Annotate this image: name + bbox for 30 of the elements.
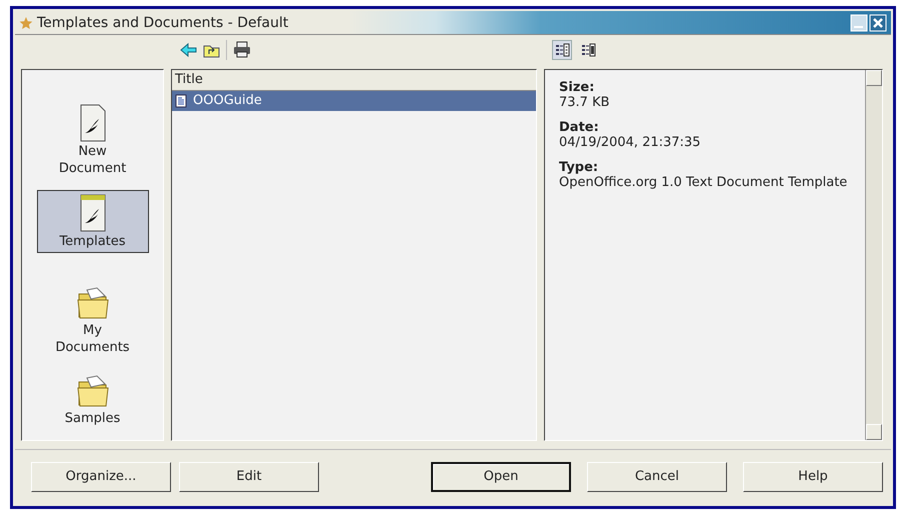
back-arrow-icon[interactable] xyxy=(180,42,197,58)
scroll-down-button[interactable] xyxy=(866,424,882,440)
star-icon xyxy=(19,16,33,30)
category-item[interactable]: Samples xyxy=(36,368,148,430)
dialog-button[interactable]: Edit xyxy=(179,462,319,492)
view-mode-icon xyxy=(554,42,570,57)
dialog-button[interactable]: Organize... xyxy=(31,462,171,492)
printer-icon[interactable] xyxy=(233,41,251,58)
document-icon xyxy=(175,94,187,108)
property-label: Type: xyxy=(559,160,600,175)
file-row[interactable]: OOOGuide xyxy=(172,90,536,111)
window-title: Templates and Documents - Default xyxy=(37,14,290,31)
property-value: OpenOffice.org 1.0 Text Document Template xyxy=(559,174,848,190)
view-mode-icon xyxy=(580,42,596,57)
dialog-button[interactable]: Cancel xyxy=(587,462,727,492)
property-value: 04/19/2004, 21:37:35 xyxy=(559,134,702,150)
category-item[interactable]: New Document xyxy=(36,100,148,180)
category-item[interactable]: Templates xyxy=(36,190,148,253)
property-label: Date: xyxy=(559,120,600,135)
close-button[interactable] xyxy=(869,14,887,32)
property-value: 73.7 KB xyxy=(559,94,611,110)
category-item[interactable]: My Documents xyxy=(36,280,148,359)
minimize-button[interactable] xyxy=(850,14,868,32)
file-name: OOOGuide xyxy=(193,93,262,108)
scroll-up-button[interactable] xyxy=(866,70,882,86)
view-mode-button[interactable] xyxy=(552,40,572,60)
default-button[interactable]: Open xyxy=(431,462,571,492)
dialog-button[interactable]: Help xyxy=(743,462,883,492)
property-label: Size: xyxy=(559,80,596,95)
column-header[interactable]: Title xyxy=(172,70,536,91)
